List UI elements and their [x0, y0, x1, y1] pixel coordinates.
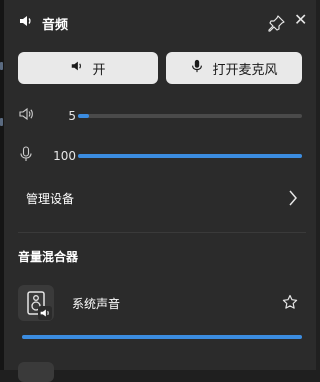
audio-panel: 音频 ✕ 开 打开麦克风 5 100 管理设备 音量混合器 系统声音: [4, 0, 316, 382]
mixer-app-volume-slider[interactable]: [22, 335, 302, 339]
panel-header: 音频: [18, 12, 68, 34]
output-volume-fill: [78, 114, 90, 118]
mixer-app-volume-fill: [22, 335, 302, 339]
mixer-app-icon-partial: [18, 362, 54, 382]
speaker-icon: [70, 59, 84, 77]
speaker-icon: [18, 106, 34, 126]
edge-marker: [0, 62, 3, 70]
pin-icon[interactable]: [268, 14, 286, 32]
output-toggle-button[interactable]: 开: [18, 52, 158, 84]
mixer-app-name: 系统声音: [72, 297, 121, 311]
manage-devices-row[interactable]: 管理设备: [18, 186, 304, 210]
desktop-edge-right: [316, 0, 320, 370]
manage-devices-label: 管理设备: [26, 191, 75, 206]
favorite-star-icon[interactable]: [282, 294, 298, 314]
output-volume-value: 5: [68, 109, 76, 123]
microphone-icon: [190, 59, 204, 77]
panel-title: 音频: [42, 17, 69, 33]
mic-volume-row: 100: [18, 146, 304, 166]
output-volume-row: 5: [18, 106, 304, 126]
microphone-toggle-label: 打开麦克风: [212, 62, 278, 78]
speaker-icon: [38, 305, 52, 320]
output-toggle-label: 开: [92, 62, 106, 78]
mixer-title: 音量混合器: [18, 250, 79, 264]
mic-volume-fill: [78, 154, 302, 158]
mic-volume-slider[interactable]: [78, 154, 302, 158]
edge-marker: [0, 118, 3, 126]
close-icon[interactable]: ✕: [294, 11, 307, 29]
microphone-icon: [18, 146, 34, 166]
speaker-icon: [18, 13, 34, 33]
output-volume-slider[interactable]: [78, 114, 302, 118]
microphone-toggle-button[interactable]: 打开麦克风: [166, 52, 302, 84]
mic-volume-value: 100: [53, 149, 76, 163]
chevron-right-icon: [288, 190, 298, 210]
section-divider: [18, 232, 306, 233]
